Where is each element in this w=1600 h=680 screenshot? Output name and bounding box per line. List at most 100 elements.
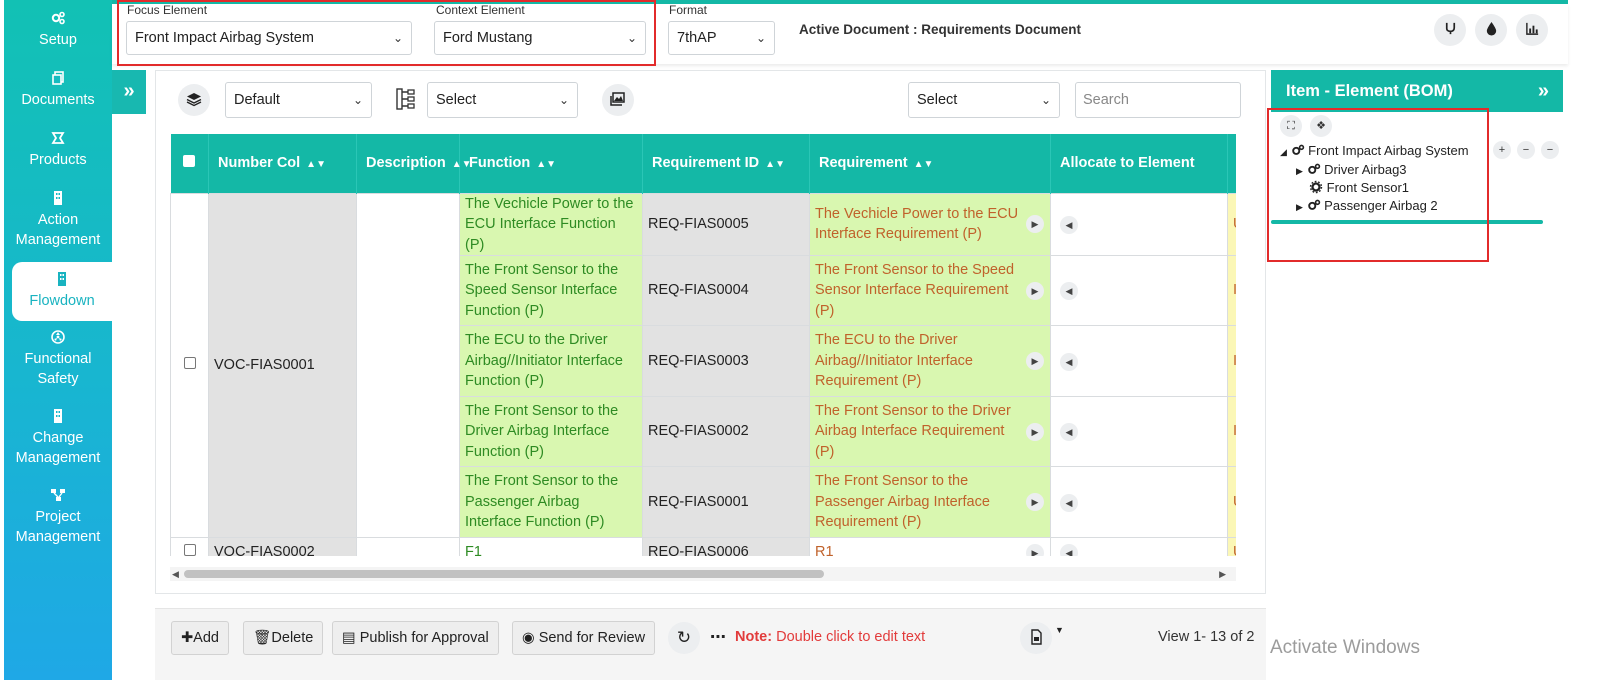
- nav-documents[interactable]: Documents: [4, 70, 112, 110]
- requirement-cell[interactable]: R1 ▶: [809, 537, 1051, 556]
- function-cell[interactable]: F1: [459, 537, 643, 556]
- allocate-cell[interactable]: ◀: [1050, 466, 1228, 538]
- requirement-id-cell[interactable]: REQ-FIAS0002: [642, 396, 810, 467]
- requirement-cell[interactable]: The Front Sensor to the Driver Airbag In…: [809, 396, 1051, 467]
- triangle-left-icon[interactable]: ◀: [1060, 493, 1078, 512]
- export-button[interactable]: [1020, 622, 1052, 654]
- row-checkbox[interactable]: [183, 544, 196, 556]
- triangle-left-icon[interactable]: ◀: [1060, 544, 1078, 556]
- process-button[interactable]: [1434, 14, 1466, 46]
- function-cell[interactable]: The ECU to the Driver Airbag//Initiator …: [459, 325, 643, 397]
- chart-button[interactable]: [1516, 14, 1548, 46]
- add-node-button[interactable]: +: [1493, 141, 1511, 159]
- more-icon[interactable]: ⋯: [710, 627, 726, 647]
- layers-button[interactable]: [178, 84, 210, 116]
- requirement-id-cell[interactable]: REQ-FIAS0004: [642, 255, 810, 326]
- caret-down-icon[interactable]: ▼: [1055, 625, 1064, 635]
- search-input[interactable]: Search: [1075, 82, 1241, 118]
- extra-cell: U: [1227, 192, 1236, 256]
- requirement-cell[interactable]: The Front Sensor to the Passenger Airbag…: [809, 466, 1051, 538]
- scroll-left-icon[interactable]: ◀: [172, 567, 179, 581]
- requirement-id-cell[interactable]: REQ-FIAS0006: [642, 537, 810, 556]
- triangle-right-icon[interactable]: ▶: [1026, 543, 1044, 556]
- requirement-id-cell[interactable]: REQ-FIAS0003: [642, 325, 810, 397]
- triangle-right-icon[interactable]: ▶: [1026, 422, 1044, 441]
- sort-icon[interactable]: ▲▼: [914, 159, 934, 170]
- scroll-right-icon[interactable]: ▶: [1219, 567, 1226, 581]
- description-cell[interactable]: [356, 192, 460, 538]
- allocate-cell[interactable]: ◀: [1050, 255, 1228, 326]
- remove-child-button[interactable]: −: [1541, 141, 1559, 159]
- description-cell[interactable]: [356, 537, 460, 556]
- extra-cell: I: [1227, 396, 1236, 467]
- row-checkbox-cell[interactable]: [170, 537, 209, 556]
- requirement-id-cell[interactable]: REQ-FIAS0005: [642, 192, 810, 256]
- column-header[interactable]: Number Col ▲▼: [208, 134, 357, 193]
- column-header-label: Description: [366, 155, 446, 172]
- function-cell[interactable]: The Front Sensor to the Passenger Airbag…: [459, 466, 643, 538]
- chevron-down-icon: ⌄: [352, 93, 363, 107]
- column-header[interactable]: Description ▲▼: [356, 134, 472, 193]
- nav-label: Setup: [39, 32, 77, 48]
- triangle-left-icon[interactable]: ◀: [1060, 423, 1078, 442]
- gallery-button[interactable]: [602, 84, 634, 116]
- requirement-text: The Front Sensor to the Speed Sensor Int…: [815, 261, 1015, 319]
- nav-action-management[interactable]: Action Management: [4, 190, 112, 250]
- hierarchy-select[interactable]: Select ⌄: [427, 82, 578, 118]
- nav-setup[interactable]: Setup: [4, 10, 112, 50]
- allocate-cell[interactable]: ◀: [1050, 192, 1228, 256]
- add-button[interactable]: ✚Add: [171, 621, 229, 655]
- sort-icon[interactable]: ▲▼: [306, 159, 326, 170]
- triangle-left-icon[interactable]: ◀: [1060, 282, 1078, 301]
- triangle-right-icon[interactable]: ▶: [1026, 493, 1044, 511]
- requirement-cell[interactable]: The ECU to the Driver Airbag//Initiator …: [809, 325, 1051, 397]
- bar-chart-icon: [1525, 21, 1540, 39]
- sort-icon[interactable]: ▲▼: [765, 159, 785, 170]
- column-header[interactable]: Requirement ▲▼: [809, 134, 1051, 193]
- format-select[interactable]: 7thAP ⌄: [668, 21, 775, 55]
- column-header[interactable]: Function ▲▼: [459, 134, 643, 193]
- function-cell[interactable]: The Front Sensor to the Driver Airbag In…: [459, 396, 643, 467]
- requirement-cell[interactable]: The Front Sensor to the Speed Sensor Int…: [809, 255, 1051, 326]
- requirement-id-cell[interactable]: REQ-FIAS0001: [642, 466, 810, 538]
- select-all-checkbox[interactable]: [183, 155, 196, 168]
- nav-products[interactable]: Products: [4, 130, 112, 170]
- nav-functional-safety[interactable]: Functional Safety: [4, 329, 112, 389]
- nav-project-management[interactable]: Project Management: [4, 487, 112, 547]
- allocate-cell[interactable]: ◀: [1050, 325, 1228, 397]
- row-checkbox-cell[interactable]: [170, 192, 209, 538]
- allocate-cell[interactable]: ◀: [1050, 537, 1228, 556]
- allocate-cell[interactable]: ◀: [1050, 396, 1228, 467]
- delete-button[interactable]: 🗑Delete: [243, 621, 324, 655]
- number-cell[interactable]: VOC-FIAS0001: [208, 192, 357, 538]
- publish-button[interactable]: ▤ Publish for Approval: [332, 621, 499, 655]
- triangle-left-icon[interactable]: ◀: [1060, 216, 1078, 234]
- column-header[interactable]: Allocate to Element: [1050, 134, 1228, 193]
- function-cell[interactable]: The Front Sensor to the Speed Sensor Int…: [459, 255, 643, 326]
- expand-panel-button[interactable]: »: [112, 70, 146, 114]
- view-select[interactable]: Default ⌄: [225, 82, 372, 118]
- triangle-left-icon[interactable]: ◀: [1060, 352, 1078, 371]
- send-review-button[interactable]: ◉ Send for Review: [512, 621, 656, 655]
- sort-icon[interactable]: ▲▼: [536, 159, 556, 170]
- filter-select[interactable]: Select ⌄: [908, 82, 1060, 118]
- nav-flowdown[interactable]: Flowdown: [12, 262, 112, 321]
- function-cell[interactable]: The Vechicle Power to the ECU Interface …: [459, 192, 643, 256]
- select-all-checkbox-cell[interactable]: [170, 134, 209, 193]
- fill-button[interactable]: [1475, 14, 1507, 46]
- refresh-button[interactable]: ↻: [668, 622, 700, 654]
- triangle-right-icon[interactable]: ▶: [1026, 281, 1044, 300]
- horizontal-scrollbar[interactable]: ◀ ▶: [170, 567, 1236, 581]
- triangle-right-icon[interactable]: ▶: [1026, 352, 1044, 370]
- column-header[interactable]: Requirement ID ▲▼: [642, 134, 810, 193]
- triangle-right-icon[interactable]: ▶: [1026, 215, 1044, 234]
- scrollbar-thumb[interactable]: [184, 570, 824, 578]
- number-cell[interactable]: VOC-FIAS0002: [208, 537, 357, 556]
- remove-node-button[interactable]: −: [1517, 141, 1535, 159]
- filter-select-value: Select: [917, 92, 958, 108]
- requirement-cell[interactable]: The Vechicle Power to the ECU Interface …: [809, 192, 1051, 256]
- nav-label: Products: [29, 152, 87, 168]
- row-checkbox[interactable]: [183, 357, 196, 369]
- double-chevron-right-icon[interactable]: »: [1538, 70, 1549, 112]
- nav-change-management[interactable]: Change Management: [4, 408, 112, 468]
